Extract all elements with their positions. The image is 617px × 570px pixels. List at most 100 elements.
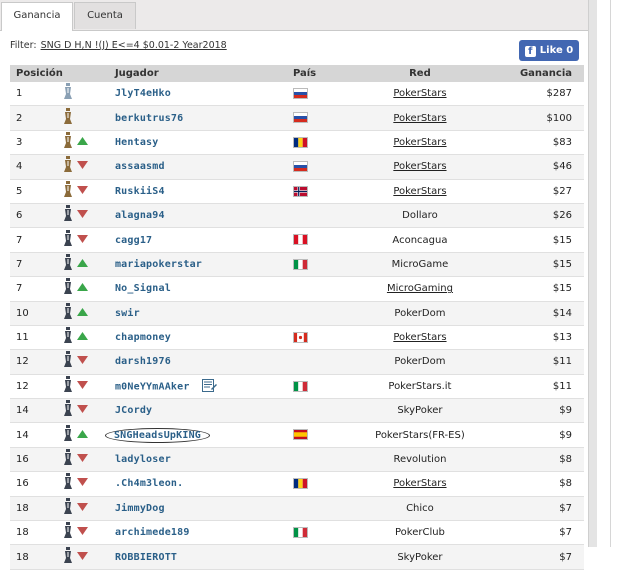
- row-gain: $11: [494, 374, 584, 400]
- network-label[interactable]: PokerStars: [393, 332, 446, 343]
- trend-down-icon: [76, 478, 88, 489]
- row-position: 11: [10, 325, 63, 351]
- table-row[interactable]: 18 archimede189 PokerClub $7: [10, 520, 584, 546]
- player-link[interactable]: JCordy: [115, 405, 152, 416]
- player-link[interactable]: darsh1976: [115, 356, 171, 367]
- player-link[interactable]: .Ch4m3leon.: [115, 478, 183, 489]
- network-label: PokerStars.it: [388, 380, 452, 392]
- player-link[interactable]: berkutrus76: [115, 113, 183, 124]
- row-position: 16: [10, 447, 63, 473]
- row-position: 16: [10, 471, 63, 497]
- player-link[interactable]: mariapokerstar: [115, 259, 202, 270]
- network-label: SkyPoker: [397, 551, 443, 563]
- network-label[interactable]: PokerStars: [393, 88, 446, 99]
- table-row[interactable]: 7 cagg17 Aconcagua $15: [10, 227, 584, 253]
- player-link[interactable]: m0NeYYmAAker: [115, 381, 190, 392]
- rank-trophy-icon: [63, 424, 73, 446]
- row-gain: $26: [494, 203, 584, 229]
- window-edge: [610, 0, 611, 547]
- network-label[interactable]: PokerStars: [393, 186, 446, 197]
- rank-trophy-icon: [63, 253, 73, 275]
- network-label[interactable]: PokerStars: [393, 161, 446, 172]
- player-link[interactable]: archimede189: [115, 527, 190, 538]
- tab-ganancia[interactable]: Ganancia: [1, 2, 73, 31]
- rank-trophy-icon: [63, 302, 73, 324]
- row-gain: $287: [494, 82, 584, 107]
- trend-down-icon: [76, 405, 88, 416]
- tab-cuenta[interactable]: Cuenta: [74, 2, 136, 29]
- trend-up-icon: [76, 332, 88, 343]
- player-link[interactable]: chapmoney: [115, 332, 171, 343]
- player-link[interactable]: JimmyDog: [115, 503, 165, 514]
- table-row[interactable]: 3 Hentasy PokerStars $83: [10, 130, 584, 156]
- table-row[interactable]: 18 JimmyDog Chico $7: [10, 496, 584, 522]
- scrollbar-track[interactable]: [588, 0, 597, 547]
- facebook-like-button[interactable]: f Like 0: [519, 40, 579, 61]
- player-link[interactable]: SNGHeadsUpKING: [104, 427, 211, 443]
- table-row[interactable]: 16 ladyloser Revolution $8: [10, 447, 584, 473]
- country-flag-icon: [292, 258, 308, 270]
- table-row[interactable]: 2 berkutrus76 PokerStars $100: [10, 105, 584, 131]
- table-row[interactable]: 18 ROBBIEROTT SkyPoker $7: [10, 544, 584, 570]
- network-label: MicroGame: [391, 258, 449, 270]
- rank-trophy-icon: [63, 107, 73, 129]
- player-link[interactable]: No_Signal: [115, 283, 171, 294]
- facebook-icon: f: [524, 46, 536, 57]
- notes-icon[interactable]: [201, 378, 217, 395]
- row-gain: $15: [494, 227, 584, 253]
- row-gain: $9: [494, 398, 584, 424]
- table-row[interactable]: 10 swir PokerDom $14: [10, 301, 584, 326]
- header-network[interactable]: Red: [344, 65, 495, 82]
- table-row[interactable]: 14 SNGHeadsUpKING PokerStars(FR-ES) $9: [10, 422, 584, 448]
- country-flag-icon: [292, 112, 308, 124]
- player-link[interactable]: RuskiiS4: [115, 186, 165, 197]
- table-row[interactable]: 12 darsh1976 PokerDom $11: [10, 349, 584, 375]
- row-position: 12: [10, 349, 63, 375]
- row-position: 2: [10, 105, 63, 131]
- table-row[interactable]: 11 chapmoney PokerStars $13: [10, 325, 584, 351]
- row-gain: $46: [494, 154, 584, 180]
- network-label: PokerStars(FR-ES): [375, 429, 465, 441]
- rank-trophy-icon: [63, 131, 73, 153]
- table-row[interactable]: 16 .Ch4m3leon. PokerStars $8: [10, 471, 584, 497]
- player-link[interactable]: cagg17: [115, 235, 152, 246]
- network-label[interactable]: PokerStars: [393, 137, 446, 148]
- player-link[interactable]: swir: [115, 308, 140, 319]
- table-row[interactable]: 14 JCordy SkyPoker $9: [10, 398, 584, 424]
- header-country[interactable]: País: [292, 65, 345, 82]
- table-row[interactable]: 4 assaasmd PokerStars $46: [10, 154, 584, 180]
- trend-up-icon: [76, 283, 88, 294]
- player-link[interactable]: alagna94: [115, 210, 165, 221]
- table-row[interactable]: 6 alagna94 Dollaro $26: [10, 203, 584, 229]
- network-label: PokerDom: [394, 356, 446, 368]
- network-label[interactable]: PokerStars: [393, 478, 446, 489]
- network-label[interactable]: MicroGaming: [387, 283, 453, 294]
- player-link[interactable]: assaasmd: [115, 161, 165, 172]
- filter-link[interactable]: SNG D H,N !(J) E<=4 $0.01-2 Year2018: [41, 40, 227, 51]
- player-link[interactable]: ROBBIEROTT: [115, 552, 177, 563]
- rank-trophy-icon: [63, 497, 73, 519]
- header-position[interactable]: Posición: [10, 65, 63, 82]
- table-row[interactable]: 7 No_Signal MicroGaming $15: [10, 276, 584, 302]
- player-link[interactable]: ladyloser: [115, 454, 171, 465]
- header-icons: [62, 65, 115, 82]
- header-gain[interactable]: Ganancia: [494, 65, 584, 82]
- header-player[interactable]: Jugador: [114, 65, 293, 82]
- row-gain: $7: [494, 520, 584, 546]
- table-row[interactable]: 7 mariapokerstar MicroGame $15: [10, 252, 584, 278]
- network-label[interactable]: PokerStars: [393, 113, 446, 124]
- table-row[interactable]: 5 RuskiiS4 PokerStars $27: [10, 179, 584, 204]
- table-row[interactable]: 1 JlyT4eHko PokerStars $287: [10, 82, 584, 107]
- trend-down-icon: [76, 210, 88, 221]
- player-link[interactable]: Hentasy: [115, 137, 159, 148]
- country-flag-icon: [292, 87, 308, 99]
- rank-trophy-icon: [63, 400, 73, 421]
- row-position: 7: [10, 252, 63, 278]
- player-link[interactable]: JlyT4eHko: [115, 88, 171, 99]
- row-gain: $83: [494, 130, 584, 156]
- row-position: 6: [10, 203, 63, 229]
- rank-trophy-icon: [63, 327, 73, 348]
- row-position: 18: [10, 520, 63, 546]
- table-row[interactable]: 12 m0NeYYmAAker PokerStars.it $11: [10, 374, 584, 400]
- rank-trophy-icon: [63, 375, 73, 397]
